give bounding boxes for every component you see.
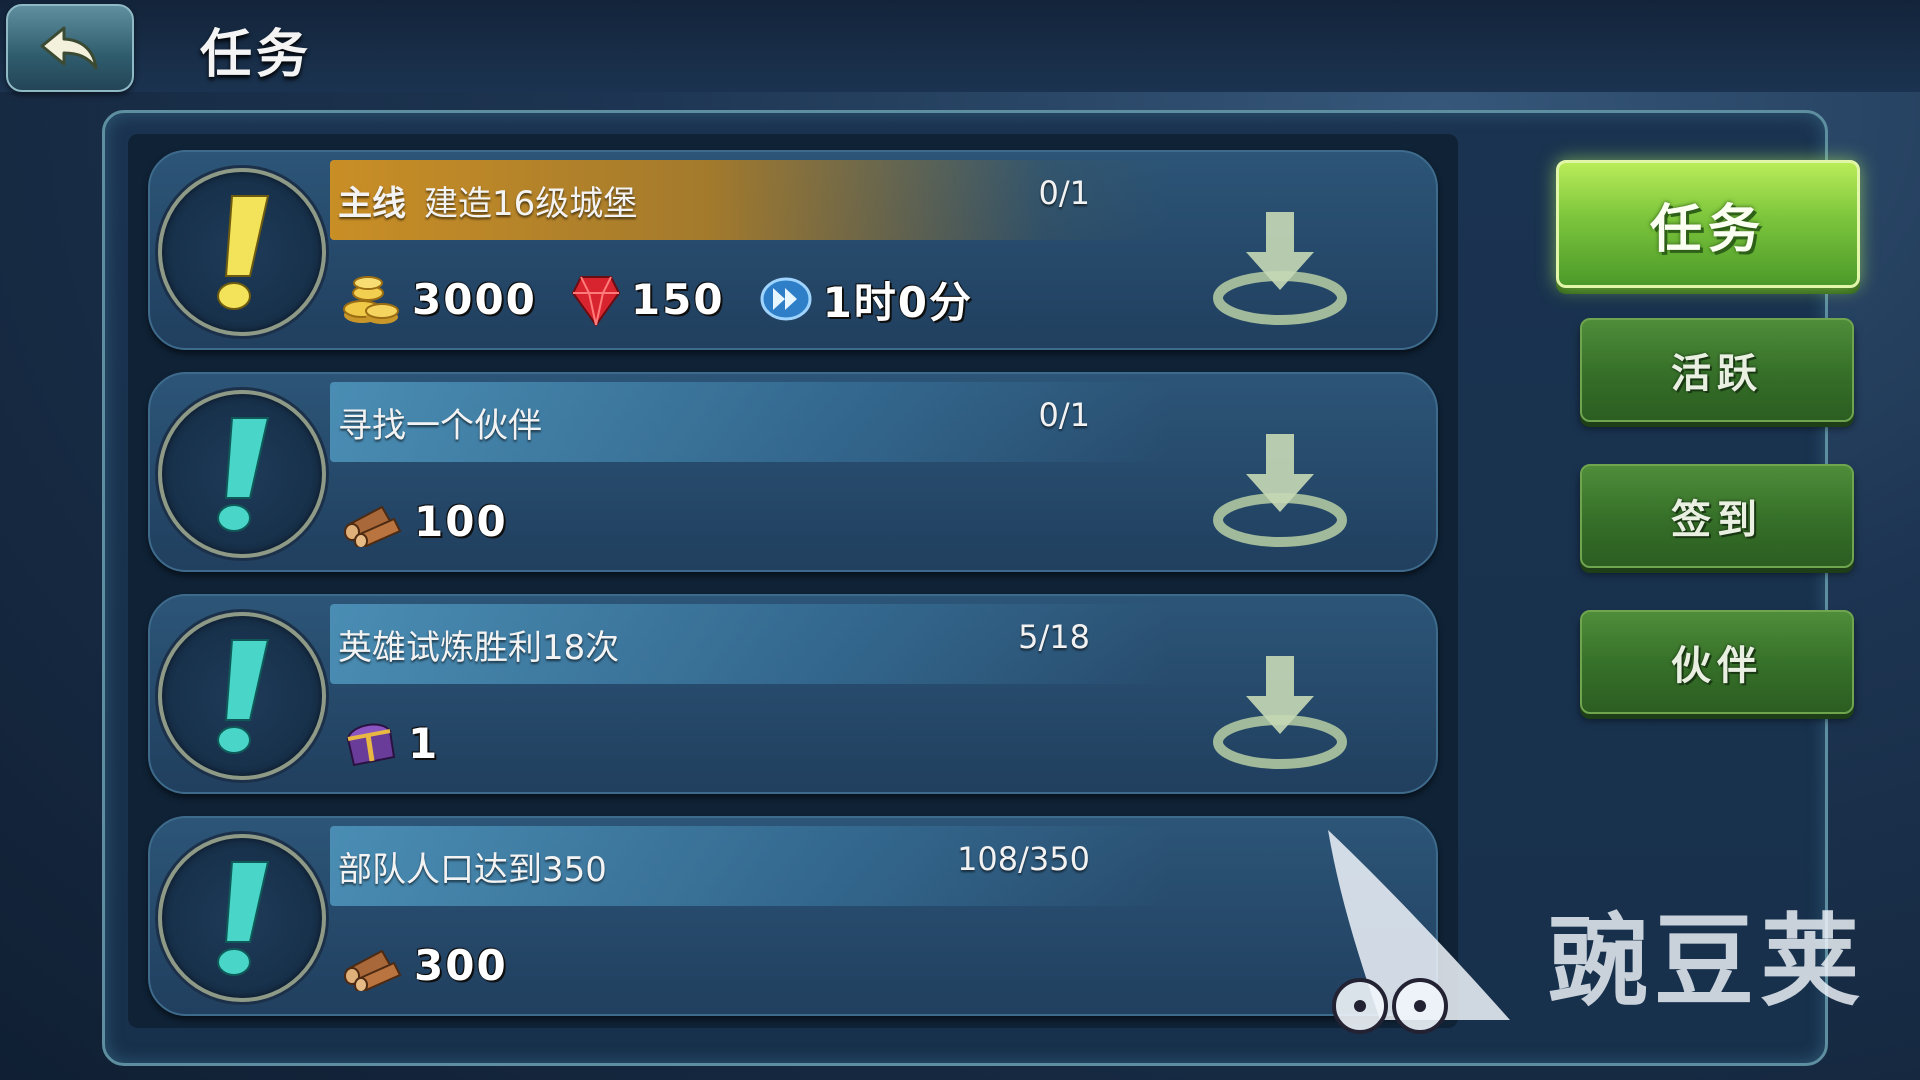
tab-label: 活跃 (1671, 351, 1763, 397)
task-name-text: 英雄试炼胜利18次 (338, 628, 620, 668)
back-arrow-icon (40, 26, 98, 70)
reward-list: 100 (342, 486, 542, 556)
reward-value: 100 (414, 496, 508, 546)
task-row: 部队人口达到350 108/350 300 (148, 816, 1438, 1016)
reward-gold: 3000 (342, 271, 537, 327)
exclamation-icon (217, 417, 270, 532)
tab-activity[interactable]: 活跃 (1580, 318, 1854, 422)
wood-logs-icon (344, 949, 402, 991)
watermark-text: 豌豆荚 (1548, 903, 1866, 1020)
reward-chest: 1 (342, 717, 439, 769)
back-button[interactable] (6, 4, 134, 92)
page-title: 任务 (200, 25, 313, 85)
task-row: 寻找一个伙伴 0/1 100 (148, 372, 1438, 572)
gold-coins-icon (343, 276, 399, 324)
go-to-task-button[interactable] (1210, 426, 1350, 550)
task-row-main: 主线 建造16级城堡 0/1 3000 150 1时0分 (148, 150, 1438, 350)
task-name: 部队人口达到350 (338, 842, 607, 891)
task-tag: 主线 (338, 184, 406, 224)
reward-list: 3000 150 1时0分 (342, 264, 1007, 334)
task-progress: 0/1 (1038, 174, 1091, 212)
task-name-text: 寻找一个伙伴 (338, 406, 542, 446)
down-arrow-ring-icon (1213, 656, 1347, 769)
exclamation-icon (217, 861, 270, 976)
tab-tasks[interactable]: 任务 (1556, 160, 1860, 288)
tab-label: 伙伴 (1671, 643, 1763, 689)
exclamation-icon (217, 639, 270, 754)
task-name: 英雄试炼胜利18次 (338, 620, 619, 669)
task-progress: 0/1 (1038, 396, 1091, 434)
task-badge (158, 834, 326, 1002)
reward-value: 1 (408, 718, 440, 768)
reward-list: 1 (342, 708, 473, 778)
task-name-text: 部队人口达到350 (338, 850, 607, 890)
task-row: 英雄试炼胜利18次 5/18 1 (148, 594, 1438, 794)
reward-value: 1时0分 (822, 277, 974, 327)
reward-gem: 150 (571, 271, 725, 327)
tab-label: 签到 (1671, 497, 1763, 543)
tab-label: 任务 (1649, 199, 1766, 260)
go-to-task-button[interactable] (1210, 204, 1350, 328)
task-name: 主线 建造16级城堡 (338, 176, 637, 225)
task-name-text: 建造16级城堡 (424, 184, 638, 224)
wood-logs-icon (344, 505, 402, 547)
task-badge (158, 612, 326, 780)
task-progress: 108/350 (957, 840, 1090, 878)
treasure-chest-icon (346, 723, 396, 767)
reward-value: 150 (630, 274, 725, 324)
exclamation-icon (217, 195, 270, 310)
task-badge (158, 168, 326, 336)
task-progress: 5/18 (1018, 618, 1090, 656)
task-badge (158, 390, 326, 558)
red-gem-icon (571, 276, 621, 327)
tab-partner[interactable]: 伙伴 (1580, 610, 1854, 714)
reward-wood: 300 (342, 939, 508, 991)
reward-value: 3000 (412, 274, 537, 324)
task-name: 寻找一个伙伴 (338, 398, 542, 447)
reward-speedup: 1时0分 (759, 269, 973, 330)
reward-list: 300 (342, 930, 542, 1000)
speedup-icon (760, 277, 812, 321)
down-arrow-ring-icon (1213, 434, 1347, 547)
go-to-task-button[interactable] (1210, 648, 1350, 772)
reward-wood: 100 (342, 495, 508, 547)
tab-sign-in[interactable]: 签到 (1580, 464, 1854, 568)
reward-value: 300 (414, 940, 508, 990)
down-arrow-ring-icon (1213, 212, 1347, 325)
